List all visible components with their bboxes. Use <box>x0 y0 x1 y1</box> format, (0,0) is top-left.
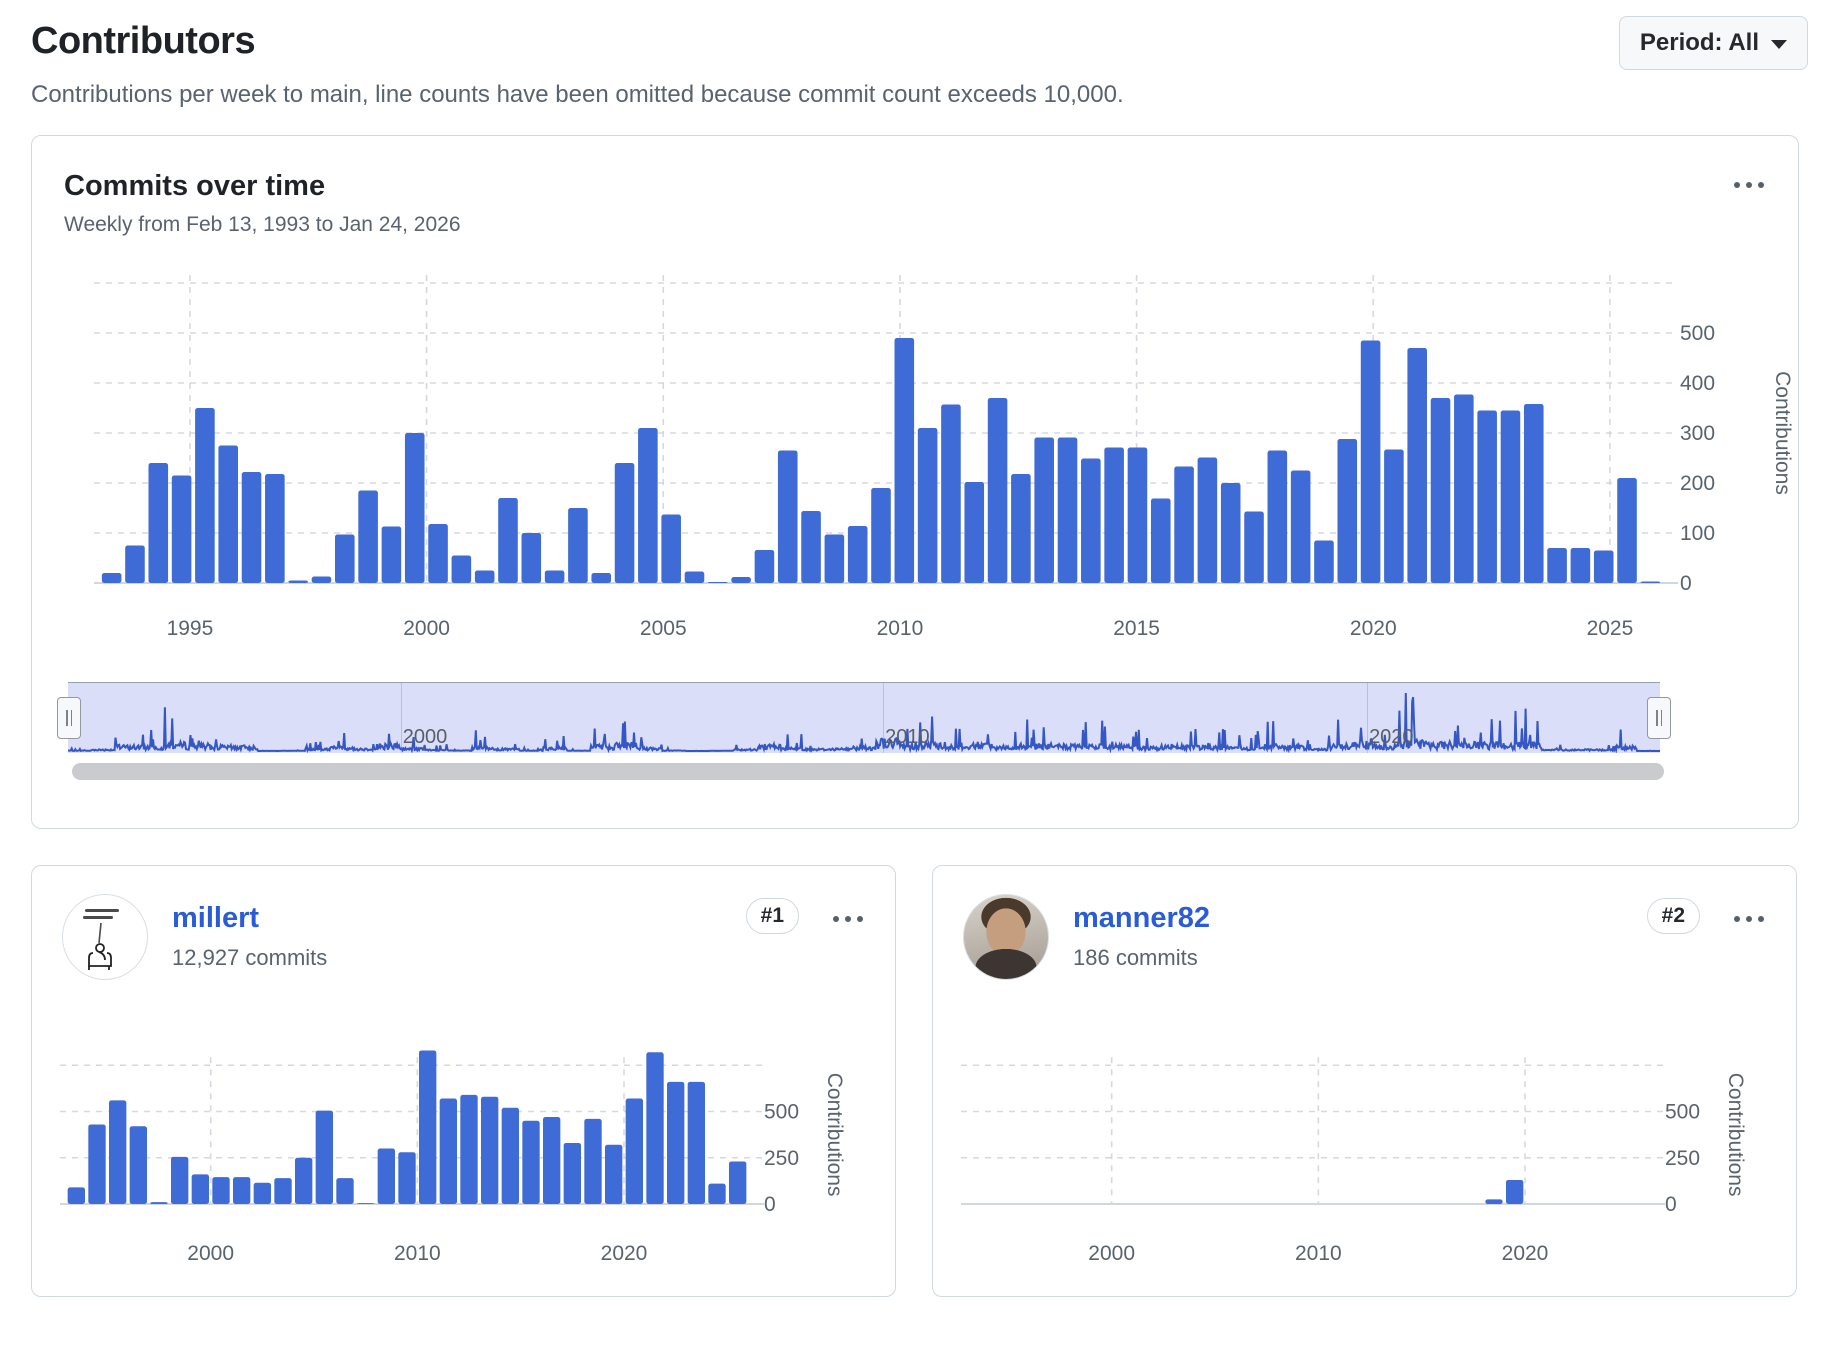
brush-year-label: 2000 <box>402 726 448 748</box>
brush-gridline-2020 <box>1367 683 1369 753</box>
commits-over-time-bar-chart[interactable]: 0 100 200 300 400 500 1995 2000 2005 2010 2015 2020… <box>64 243 1809 647</box>
comic-avatar-image <box>64 896 146 978</box>
contributors-page: Contributors Contributions per week to m… <box>0 0 1830 1297</box>
chevron-down-icon <box>1771 40 1787 49</box>
card-title: Commits over time <box>64 170 326 202</box>
svg-text:200: 200 <box>1680 472 1715 495</box>
time-range-brush: 2000 2010 2020 <box>57 682 1671 780</box>
contributor-meta: manner82 186 commits <box>1073 894 1210 971</box>
svg-text:2015: 2015 <box>1113 617 1160 640</box>
contributor-menu-kebab-icon[interactable] <box>1728 910 1770 928</box>
contributor-card-millert: millert 12,927 commits #1 0 250 500 2000 201… <box>31 865 896 1297</box>
svg-text:0: 0 <box>1665 1193 1677 1216</box>
svg-text:2020: 2020 <box>1502 1242 1549 1265</box>
svg-text:Contributions: Contributions <box>823 1073 846 1197</box>
millert-contributions-chart[interactable]: 0 250 500 2000 2010 2020 Contributions <box>46 994 866 1294</box>
top-contributors-row: millert 12,927 commits #1 0 250 500 2000 201… <box>31 865 1799 1297</box>
svg-text:2000: 2000 <box>403 617 450 640</box>
contributor-header: millert 12,927 commits #1 <box>32 866 895 980</box>
svg-text:250: 250 <box>764 1147 799 1170</box>
contributor-card-manner82: manner82 186 commits #2 0 250 500 2000 2010 2… <box>932 865 1797 1297</box>
svg-text:Contributions: Contributions <box>1771 371 1794 495</box>
svg-text:2010: 2010 <box>877 617 924 640</box>
svg-text:500: 500 <box>1680 322 1715 345</box>
svg-text:0: 0 <box>1680 572 1692 595</box>
contributor-menu-kebab-icon[interactable] <box>827 910 869 928</box>
svg-text:2020: 2020 <box>1350 617 1397 640</box>
svg-text:500: 500 <box>1665 1101 1700 1124</box>
manner82-contributions-chart[interactable]: 0 250 500 2000 2010 2020 Contributions <box>947 994 1767 1294</box>
svg-text:100: 100 <box>1680 522 1715 545</box>
card-date-range: Weekly from Feb 13, 1993 to Jan 24, 2026 <box>64 213 461 236</box>
svg-text:2020: 2020 <box>601 1242 648 1265</box>
svg-text:2010: 2010 <box>1295 1242 1342 1265</box>
contributor-commit-count: 186 commits <box>1073 945 1198 970</box>
rank-badge: #1 <box>745 898 799 934</box>
svg-text:500: 500 <box>764 1101 799 1124</box>
rank-badge: #2 <box>1646 898 1700 934</box>
svg-text:250: 250 <box>1665 1147 1700 1170</box>
brush-scrollbar[interactable] <box>72 763 1664 780</box>
svg-text:2005: 2005 <box>640 617 687 640</box>
contributor-username-link[interactable]: millert <box>172 902 259 935</box>
brush-gridline-2010 <box>883 683 885 753</box>
avatar[interactable] <box>963 894 1049 980</box>
page-subtitle: Contributions per week to main, line cou… <box>31 81 1124 108</box>
svg-text:2025: 2025 <box>1587 617 1634 640</box>
svg-text:Contributions: Contributions <box>1724 1073 1747 1197</box>
brush-left-handle-grip-icon[interactable] <box>57 697 81 739</box>
svg-text:1995: 1995 <box>167 617 214 640</box>
svg-text:2010: 2010 <box>394 1242 441 1265</box>
page-header: Contributors Contributions per week to m… <box>31 16 1808 109</box>
contributor-username-link[interactable]: manner82 <box>1073 902 1210 935</box>
brush-year-label: 2020 <box>1369 726 1414 748</box>
contributor-commit-count: 12,927 commits <box>172 945 328 970</box>
commits-over-time-card: Commits over time Weekly from Feb 13, 19… <box>31 135 1799 829</box>
svg-text:2000: 2000 <box>1088 1242 1135 1265</box>
brush-year-label: 2010 <box>885 726 930 748</box>
svg-text:400: 400 <box>1680 372 1715 395</box>
contributor-header: manner82 186 commits #2 <box>933 866 1796 980</box>
brush-right-handle-grip-icon[interactable] <box>1647 697 1671 739</box>
svg-text:2000: 2000 <box>187 1242 234 1265</box>
contributor-meta: millert 12,927 commits <box>172 894 327 971</box>
page-title: Contributors <box>31 20 256 62</box>
card-menu-kebab-icon[interactable] <box>1728 176 1770 194</box>
avatar[interactable] <box>62 894 148 980</box>
brush-minimap-line <box>68 692 1660 753</box>
svg-text:300: 300 <box>1680 422 1715 445</box>
brush-gridline-2000 <box>400 683 402 753</box>
svg-text:0: 0 <box>764 1193 776 1216</box>
period-filter-button[interactable]: Period: All <box>1618 16 1808 70</box>
brush-selection-area[interactable]: 2000 2010 2020 <box>57 682 1671 753</box>
period-filter-label: Period: All <box>1639 29 1759 56</box>
